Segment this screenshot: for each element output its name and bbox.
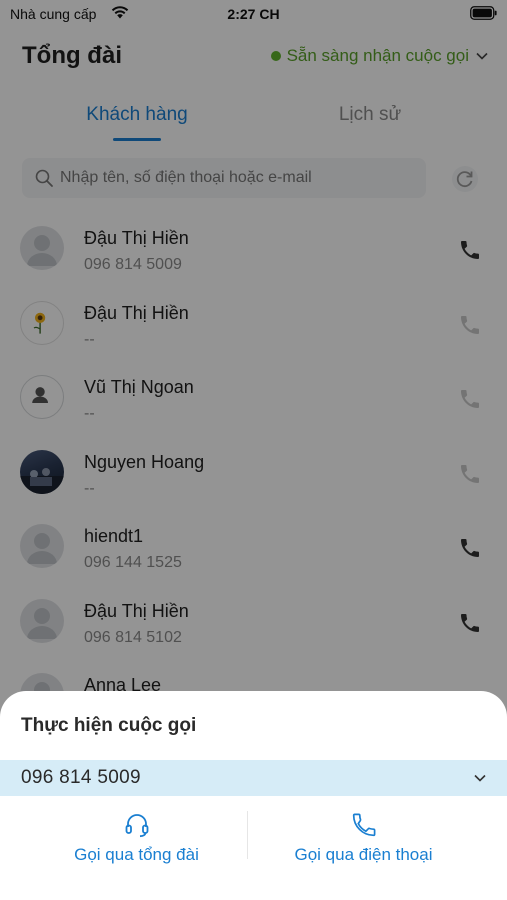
call-via-phone-button[interactable]: Gọi qua điện thoại (237, 807, 490, 877)
call-via-exchange-button[interactable]: Gọi qua tổng đài (10, 807, 263, 877)
call-via-phone-label: Gọi qua điện thoại (294, 845, 433, 864)
call-options: Gọi qua tổng đài Gọi qua điện thoại (0, 807, 507, 877)
phone-number-select[interactable]: 096 814 5009 (0, 760, 507, 796)
call-action-sheet: Thực hiện cuộc gọi 096 814 5009 Gọi qua … (0, 691, 507, 900)
phone-icon (352, 813, 376, 837)
chevron-down-icon (474, 774, 486, 782)
selected-phone-number: 096 814 5009 (21, 767, 141, 788)
call-via-exchange-label: Gọi qua tổng đài (74, 845, 199, 864)
headset-icon (125, 814, 149, 838)
sheet-title: Thực hiện cuộc gọi (21, 715, 197, 736)
